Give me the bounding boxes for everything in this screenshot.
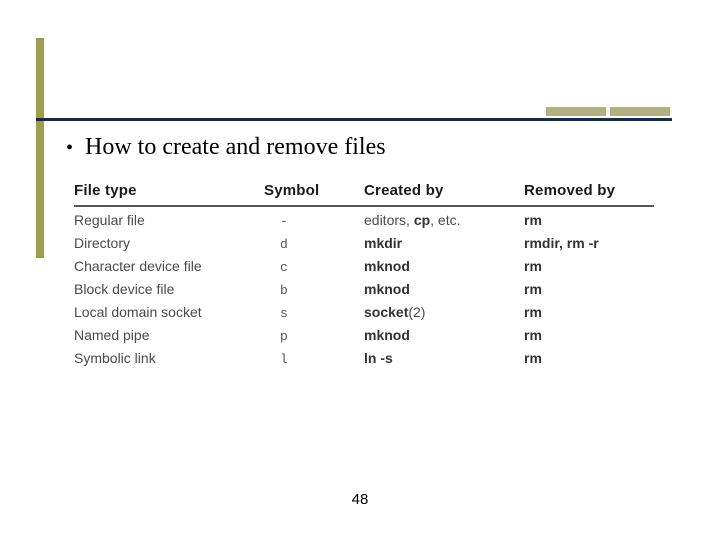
table-row: Symbolic linklln -srm <box>74 345 654 368</box>
table-row: Local domain socketssocket(2)rm <box>74 299 654 322</box>
cell-symbol: p <box>264 327 364 344</box>
header-symbol: Symbol <box>264 182 364 199</box>
table-row: Named pipepmknodrm <box>74 322 654 345</box>
cell-created-by: mkdir <box>364 235 524 252</box>
accent-block <box>546 107 606 116</box>
table-row: Character device filecmknodrm <box>74 253 654 276</box>
header-file-type: File type <box>74 182 264 199</box>
cell-removed-by: rm <box>524 212 644 229</box>
cell-removed-by: rm <box>524 258 644 275</box>
file-types-table: File type Symbol Created by Removed by R… <box>74 182 654 368</box>
cell-removed-by: rm <box>524 304 644 321</box>
slide: • How to create and remove files File ty… <box>0 0 720 540</box>
cell-file-type: Character device file <box>74 258 264 275</box>
cell-removed-by: rm <box>524 281 644 298</box>
cell-symbol: c <box>264 258 364 275</box>
header-created-by: Created by <box>364 182 524 199</box>
table-header-row: File type Symbol Created by Removed by <box>74 182 654 207</box>
page-number: 48 <box>0 491 720 508</box>
cell-removed-by: rm <box>524 350 644 367</box>
cell-created-by: socket(2) <box>364 304 524 321</box>
cell-symbol: d <box>264 235 364 252</box>
table-row: Directorydmkdirrmdir, rm -r <box>74 230 654 253</box>
cell-symbol: l <box>264 350 364 367</box>
cell-removed-by: rm <box>524 327 644 344</box>
cell-symbol: b <box>264 281 364 298</box>
accent-block <box>610 107 670 116</box>
rule-accent <box>546 107 670 116</box>
cell-created-by: mknod <box>364 258 524 275</box>
bullet-dot-icon: • <box>66 138 73 158</box>
cell-file-type: Symbolic link <box>74 350 264 367</box>
cell-symbol: - <box>264 212 364 229</box>
cell-created-by: mknod <box>364 281 524 298</box>
cell-file-type: Directory <box>74 235 264 252</box>
cell-file-type: Local domain socket <box>74 304 264 321</box>
horizontal-rule <box>36 118 672 121</box>
bullet-text: How to create and remove files <box>85 134 386 161</box>
table-row: Regular file-editors, cp, etc.rm <box>74 207 654 230</box>
cell-file-type: Named pipe <box>74 327 264 344</box>
cell-created-by: mknod <box>364 327 524 344</box>
cell-created-by: editors, cp, etc. <box>364 212 524 229</box>
cell-symbol: s <box>264 304 364 321</box>
bullet-line: • How to create and remove files <box>66 134 386 161</box>
cell-removed-by: rmdir, rm -r <box>524 235 644 252</box>
header-removed-by: Removed by <box>524 182 644 199</box>
table-row: Block device filebmknodrm <box>74 276 654 299</box>
cell-file-type: Block device file <box>74 281 264 298</box>
cell-file-type: Regular file <box>74 212 264 229</box>
cell-created-by: ln -s <box>364 350 524 367</box>
left-rail-decoration <box>36 38 44 258</box>
